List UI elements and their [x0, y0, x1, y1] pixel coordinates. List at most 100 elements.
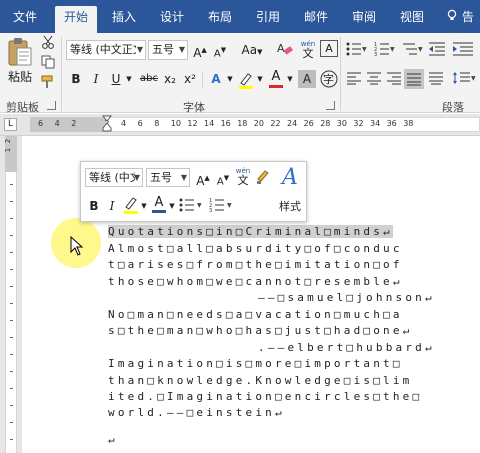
- font-dialog-launcher[interactable]: [326, 101, 335, 110]
- document-line[interactable]: Imagination□is□more□important□: [108, 357, 403, 370]
- mini-bullets-button[interactable]: ▼: [179, 197, 205, 215]
- tab-home[interactable]: 开始: [55, 6, 97, 33]
- mini-numbering-button[interactable]: 1 2 3 ▼: [209, 197, 235, 215]
- tell-me-box[interactable]: 告诉: [446, 6, 480, 46]
- paste-button[interactable]: [6, 37, 34, 69]
- align-right-button[interactable]: [386, 71, 404, 87]
- document-line[interactable]: world.——□einstein↵: [108, 406, 285, 419]
- mini-styles-button[interactable]: A: [276, 166, 304, 196]
- align-left-button[interactable]: [346, 71, 364, 87]
- mini-shrink-font-button[interactable]: A▼: [215, 169, 231, 187]
- document-line[interactable]: .——elbert□hubbard↵: [258, 341, 435, 354]
- highlight-button[interactable]: [238, 71, 254, 89]
- svg-text:▼: ▼: [227, 202, 232, 209]
- character-shading-button[interactable]: A: [298, 70, 316, 88]
- grow-font-button[interactable]: A▲: [192, 40, 208, 60]
- chevron-down-icon[interactable]: ▼: [125, 69, 133, 89]
- document-line[interactable]: ——□samuel□johnson↵: [258, 291, 435, 304]
- numbering-button[interactable]: 1 2 3 ▼: [374, 41, 396, 59]
- mini-font-color-button[interactable]: A: [151, 195, 167, 215]
- chevron-down-icon[interactable]: ▼: [168, 197, 176, 215]
- change-case-button[interactable]: Aa▼: [238, 40, 266, 60]
- tab-review[interactable]: 审阅: [344, 6, 384, 33]
- document-line[interactable]: t□arises□from□the□imitation□of: [108, 258, 403, 271]
- subscript-button[interactable]: x₂: [162, 69, 178, 89]
- mini-italic-button[interactable]: I: [105, 197, 119, 215]
- mini-font-size-combo[interactable]: 五号 ▼: [146, 168, 190, 187]
- highlighter-icon: [239, 73, 253, 89]
- justify-button[interactable]: [404, 69, 424, 89]
- shrink-font-icon: A: [216, 176, 224, 188]
- character-border-button[interactable]: A: [320, 40, 338, 57]
- line-spacing-icon: ▼: [453, 72, 476, 84]
- clipboard-dialog-launcher[interactable]: [47, 101, 56, 110]
- chevron-down-icon[interactable]: ▼: [140, 197, 148, 215]
- document-line[interactable]: ↵: [108, 433, 118, 446]
- document-line[interactable]: Almost□all□absurdity□of□conduc: [108, 242, 403, 255]
- horizontal-ruler[interactable]: L 6422468101214161820222426283032343638: [0, 114, 480, 136]
- document-line[interactable]: s□the□man□who□has□just□had□one↵: [108, 324, 413, 337]
- mini-format-painter-button[interactable]: [255, 169, 271, 185]
- paste-label[interactable]: 粘贴: [6, 67, 34, 87]
- ruler-number: 24: [287, 119, 298, 128]
- mini-highlight-button[interactable]: [123, 196, 139, 214]
- chevron-down-icon: ▼: [133, 173, 140, 182]
- scissors-icon: [42, 35, 54, 49]
- tab-insert[interactable]: 插入: [104, 6, 144, 33]
- shrink-font-button[interactable]: A▼: [212, 40, 228, 60]
- document-line[interactable]: Quotations□in□Criminal□minds↵: [108, 225, 393, 238]
- decrease-indent-button[interactable]: [428, 41, 446, 59]
- tab-view[interactable]: 视图: [392, 6, 432, 33]
- chevron-down-icon[interactable]: ▼: [226, 69, 234, 89]
- ruler-tick: [10, 201, 13, 202]
- strikethrough-button[interactable]: abc: [138, 69, 160, 89]
- vertical-ruler-number: 1: [4, 147, 13, 153]
- tab-layout[interactable]: 布局: [200, 6, 240, 33]
- vertical-ruler[interactable]: 1 2: [0, 136, 22, 453]
- text-effects-button[interactable]: A: [208, 69, 224, 89]
- mini-phonetic-guide-button[interactable]: wén 文: [233, 167, 253, 187]
- mini-font-name-combo[interactable]: 等线 (中文 ▼: [85, 168, 143, 187]
- mini-grow-font-button[interactable]: A▲: [195, 169, 211, 188]
- document-line[interactable]: than□knowledge.Knowledge□is□lim: [108, 374, 413, 387]
- phonetic-guide-button[interactable]: wén 文: [298, 40, 318, 60]
- increase-indent-button[interactable]: [452, 41, 474, 59]
- first-line-indent-marker[interactable]: [101, 115, 113, 138]
- tab-selector[interactable]: L: [4, 118, 17, 131]
- tab-design[interactable]: 设计: [152, 6, 192, 33]
- bullets-button[interactable]: ▼: [346, 41, 368, 59]
- line-spacing-button[interactable]: ▼: [452, 71, 476, 87]
- document-line[interactable]: ited.□Imagination□encircles□the□: [108, 390, 422, 403]
- align-center-button[interactable]: [366, 71, 384, 87]
- italic-button[interactable]: I: [88, 69, 104, 89]
- distributed-button[interactable]: [428, 71, 446, 87]
- copy-button[interactable]: [38, 55, 58, 75]
- chevron-down-icon[interactable]: ▼: [256, 69, 264, 89]
- format-painter-button[interactable]: [38, 75, 58, 95]
- superscript-button[interactable]: x²: [182, 69, 198, 89]
- mini-styles-label[interactable]: 样式: [276, 198, 304, 216]
- ruler-number: 8: [154, 119, 160, 128]
- floating-mini-toolbar[interactable]: 等线 (中文 ▼ 五号 ▼ A▲ A▼ wén 文 A 样式 B I ▼ A ▼…: [80, 161, 307, 222]
- document-line[interactable]: No□man□needs□a□vacation□much□a: [108, 308, 403, 321]
- enclose-characters-button[interactable]: 字: [320, 70, 338, 90]
- tab-references[interactable]: 引用: [248, 6, 288, 33]
- tab-mailings[interactable]: 邮件: [296, 6, 336, 33]
- clear-formatting-button[interactable]: A: [276, 40, 294, 60]
- mini-bold-button[interactable]: B: [87, 197, 101, 215]
- multilevel-list-button[interactable]: ▼: [402, 41, 424, 59]
- ruler-number: 38: [403, 119, 414, 128]
- enclose-characters-char: 字: [323, 73, 334, 86]
- bold-button[interactable]: B: [68, 69, 84, 89]
- svg-text:▼: ▼: [471, 75, 476, 82]
- selected-text[interactable]: Quotations□in□Criminal□minds↵: [108, 225, 393, 238]
- font-color-button[interactable]: A: [268, 69, 284, 91]
- document-line[interactable]: those□whom□we□cannot□resemble↵: [108, 275, 403, 288]
- cut-button[interactable]: [38, 35, 58, 55]
- font-size-combo[interactable]: 五号 ▼: [148, 40, 188, 60]
- phonetic-guide-char: 文: [302, 47, 314, 60]
- tab-file[interactable]: 文件: [6, 6, 44, 33]
- underline-button[interactable]: U: [108, 69, 124, 89]
- font-name-combo[interactable]: 等线 (中文正文) ▼: [66, 40, 146, 60]
- chevron-down-icon[interactable]: ▼: [286, 69, 294, 89]
